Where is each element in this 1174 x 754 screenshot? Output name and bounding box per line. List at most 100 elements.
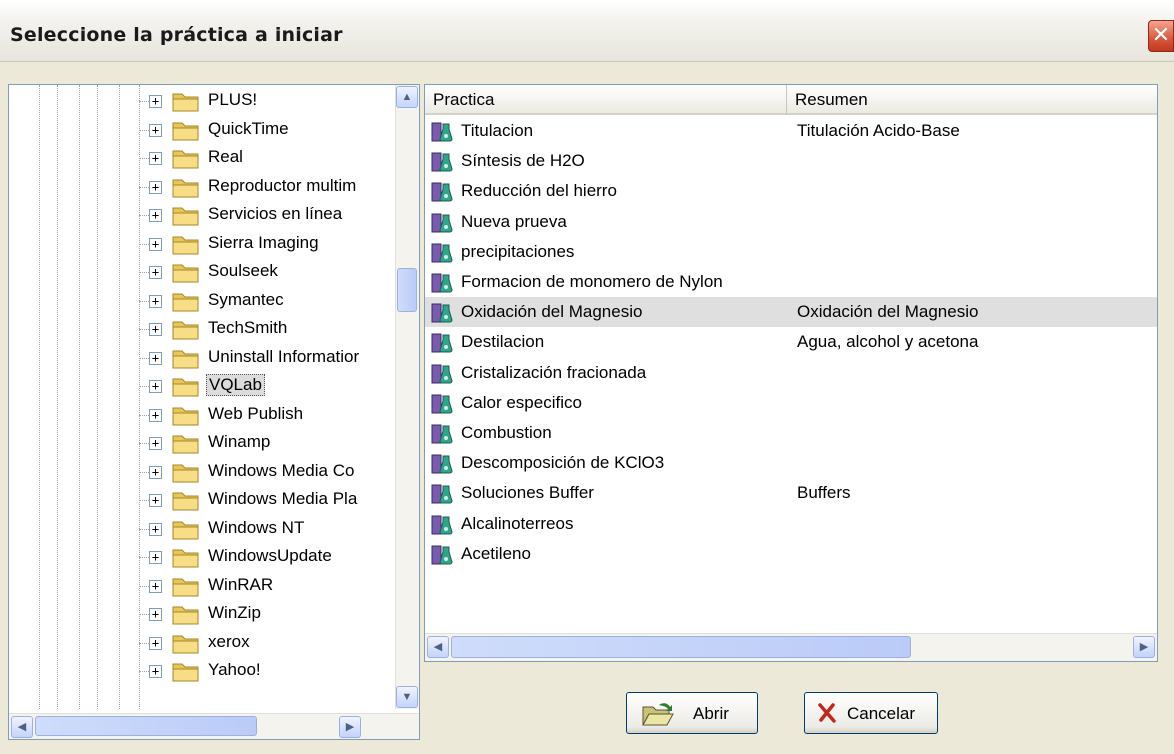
folder-tree[interactable]: + PLUS! + QuickTime + Real + Reproductor multim… xyxy=(8,84,420,740)
practice-name: Descomposición de KClO3 xyxy=(461,453,665,473)
list-row[interactable]: Síntesis de H2O xyxy=(425,146,1157,176)
tree-item-label: TechSmith xyxy=(208,318,288,337)
scroll-down-icon[interactable]: ▼ xyxy=(396,686,418,708)
tree-item[interactable]: + WinZip xyxy=(9,600,397,629)
tree-item[interactable]: + VQLab xyxy=(9,372,397,401)
tree-item[interactable]: + TechSmith xyxy=(9,315,397,344)
expand-icon[interactable]: + xyxy=(149,266,162,279)
tree-item[interactable]: + WinRAR xyxy=(9,572,397,601)
folder-icon xyxy=(172,318,200,340)
list-hscroll-thumb[interactable] xyxy=(451,636,911,658)
tree-hscroll-thumb[interactable] xyxy=(35,716,257,736)
expand-icon[interactable]: + xyxy=(149,123,162,137)
tree-item[interactable]: + Windows Media Pla xyxy=(9,486,397,515)
tree-item[interactable]: + Windows NT xyxy=(9,515,397,544)
tree-vertical-scrollbar[interactable]: ▲ ▼ xyxy=(395,85,419,709)
list-row[interactable]: Oxidación del Magnesio Oxidación del Magn… xyxy=(425,297,1157,328)
expand-icon[interactable]: + xyxy=(149,351,162,365)
list-row[interactable]: Reducción del hierro xyxy=(425,176,1157,206)
folder-icon xyxy=(172,90,200,112)
expand-icon[interactable]: + xyxy=(149,665,162,678)
open-button[interactable]: Abrir xyxy=(626,692,758,734)
expand-icon[interactable]: + xyxy=(149,152,162,165)
list-row[interactable]: Destilacion Agua, alcohol y acetona xyxy=(425,327,1157,357)
tree-item[interactable]: + Web Publish xyxy=(9,401,397,430)
tree-item[interactable]: + Reproductor multim xyxy=(9,173,397,202)
scroll-up-icon[interactable]: ▲ xyxy=(396,86,418,108)
folder-icon xyxy=(172,147,200,169)
tree-item[interactable]: + Symantec xyxy=(9,287,397,316)
list-row[interactable]: Soluciones Buffer Buffers xyxy=(425,478,1157,508)
folder-icon xyxy=(172,204,200,226)
column-header-resumen[interactable]: Resumen xyxy=(787,85,1157,115)
scroll-right-icon[interactable]: ▶ xyxy=(1133,636,1155,658)
tree-item[interactable]: + Winamp xyxy=(9,429,397,458)
tree-item[interactable]: + Real xyxy=(9,144,397,173)
expand-icon[interactable]: + xyxy=(149,579,162,593)
close-button[interactable]: ✕ xyxy=(1148,20,1174,52)
expand-icon[interactable]: + xyxy=(149,380,162,393)
list-row[interactable]: precipitaciones xyxy=(425,237,1157,267)
list-header: Practica Resumen xyxy=(425,85,1157,115)
scroll-right-icon[interactable]: ▶ xyxy=(339,716,361,738)
scroll-left-icon[interactable]: ◀ xyxy=(11,716,33,738)
tree-item-label: Windows NT xyxy=(208,517,305,537)
expand-icon[interactable]: + xyxy=(149,323,162,336)
practice-name: Nueva prueva xyxy=(461,211,567,231)
tree-item[interactable]: + Sierra Imaging xyxy=(9,230,397,259)
tree-item[interactable]: + Soulseek xyxy=(9,258,397,287)
expand-icon[interactable]: + xyxy=(149,437,162,450)
folder-icon xyxy=(172,290,200,312)
folder-icon xyxy=(172,575,200,597)
tree-item[interactable]: + QuickTime xyxy=(9,116,397,145)
folder-icon xyxy=(172,261,200,283)
tree-item[interactable]: + WindowsUpdate xyxy=(9,543,397,572)
tree-item[interactable]: + xerox xyxy=(9,629,397,658)
column-header-practica[interactable]: Practica xyxy=(425,85,787,115)
cancel-button[interactable]: Cancelar xyxy=(804,692,938,734)
list-row[interactable]: Cristalización fracionada xyxy=(425,358,1157,388)
scroll-left-icon[interactable]: ◀ xyxy=(427,636,449,658)
tree-item[interactable]: + Yahoo! xyxy=(9,657,397,686)
lab-practice-icon xyxy=(431,121,453,143)
expand-icon[interactable]: + xyxy=(149,494,162,507)
title-bar[interactable]: Seleccione la práctica a iniciar ✕ xyxy=(0,0,1174,62)
list-row[interactable]: Formacion de monomero de Nylon xyxy=(425,267,1157,297)
expand-icon[interactable]: + xyxy=(149,522,162,536)
list-row[interactable]: Combustion xyxy=(425,418,1157,448)
expand-icon[interactable]: + xyxy=(149,636,162,650)
tree-item[interactable]: + Servicios en línea xyxy=(9,201,397,230)
list-row[interactable]: Titulacion Titulación Acido-Base xyxy=(425,116,1157,146)
list-row[interactable]: Calor especifico xyxy=(425,388,1157,418)
list-horizontal-scrollbar[interactable]: ◀ ▶ xyxy=(425,633,1157,661)
folder-icon xyxy=(172,518,200,540)
tree-item[interactable]: + Uninstall Informatior xyxy=(9,344,397,373)
tree-item-label: Servicios en línea xyxy=(208,204,343,223)
expand-icon[interactable]: + xyxy=(149,95,162,108)
list-row[interactable]: Nueva prueva xyxy=(425,207,1157,237)
tree-item-label: Real xyxy=(208,147,243,166)
folder-icon xyxy=(172,432,200,454)
lab-practice-icon xyxy=(431,363,453,385)
folder-icon xyxy=(172,660,200,682)
list-row[interactable]: Acetileno xyxy=(425,539,1157,569)
expand-icon[interactable]: + xyxy=(149,551,162,564)
expand-icon[interactable]: + xyxy=(149,294,162,308)
expand-icon[interactable]: + xyxy=(149,209,162,222)
practice-selection-dialog: Seleccione la práctica a iniciar ✕ + PLUS… xyxy=(0,0,1174,754)
tree-item-label: Symantec xyxy=(208,289,284,309)
practice-name: Combustion xyxy=(461,423,552,442)
expand-icon[interactable]: + xyxy=(149,180,162,194)
practice-list[interactable]: Practica Resumen Titulacion Titulación Ac… xyxy=(424,84,1158,662)
list-row[interactable]: Alcalinoterreos xyxy=(425,509,1157,539)
expand-icon[interactable]: + xyxy=(149,608,162,621)
list-row[interactable]: Descomposición de KClO3 xyxy=(425,448,1157,478)
practice-name: Oxidación del Magnesio xyxy=(461,302,643,322)
tree-item[interactable]: + Windows Media Co xyxy=(9,458,397,487)
expand-icon[interactable]: + xyxy=(149,408,162,422)
expand-icon[interactable]: + xyxy=(149,237,162,251)
tree-vscroll-thumb[interactable] xyxy=(397,268,417,312)
tree-item[interactable]: + PLUS! xyxy=(9,87,397,116)
tree-horizontal-scrollbar[interactable]: ◀ ▶ xyxy=(9,713,419,739)
expand-icon[interactable]: + xyxy=(149,465,162,479)
